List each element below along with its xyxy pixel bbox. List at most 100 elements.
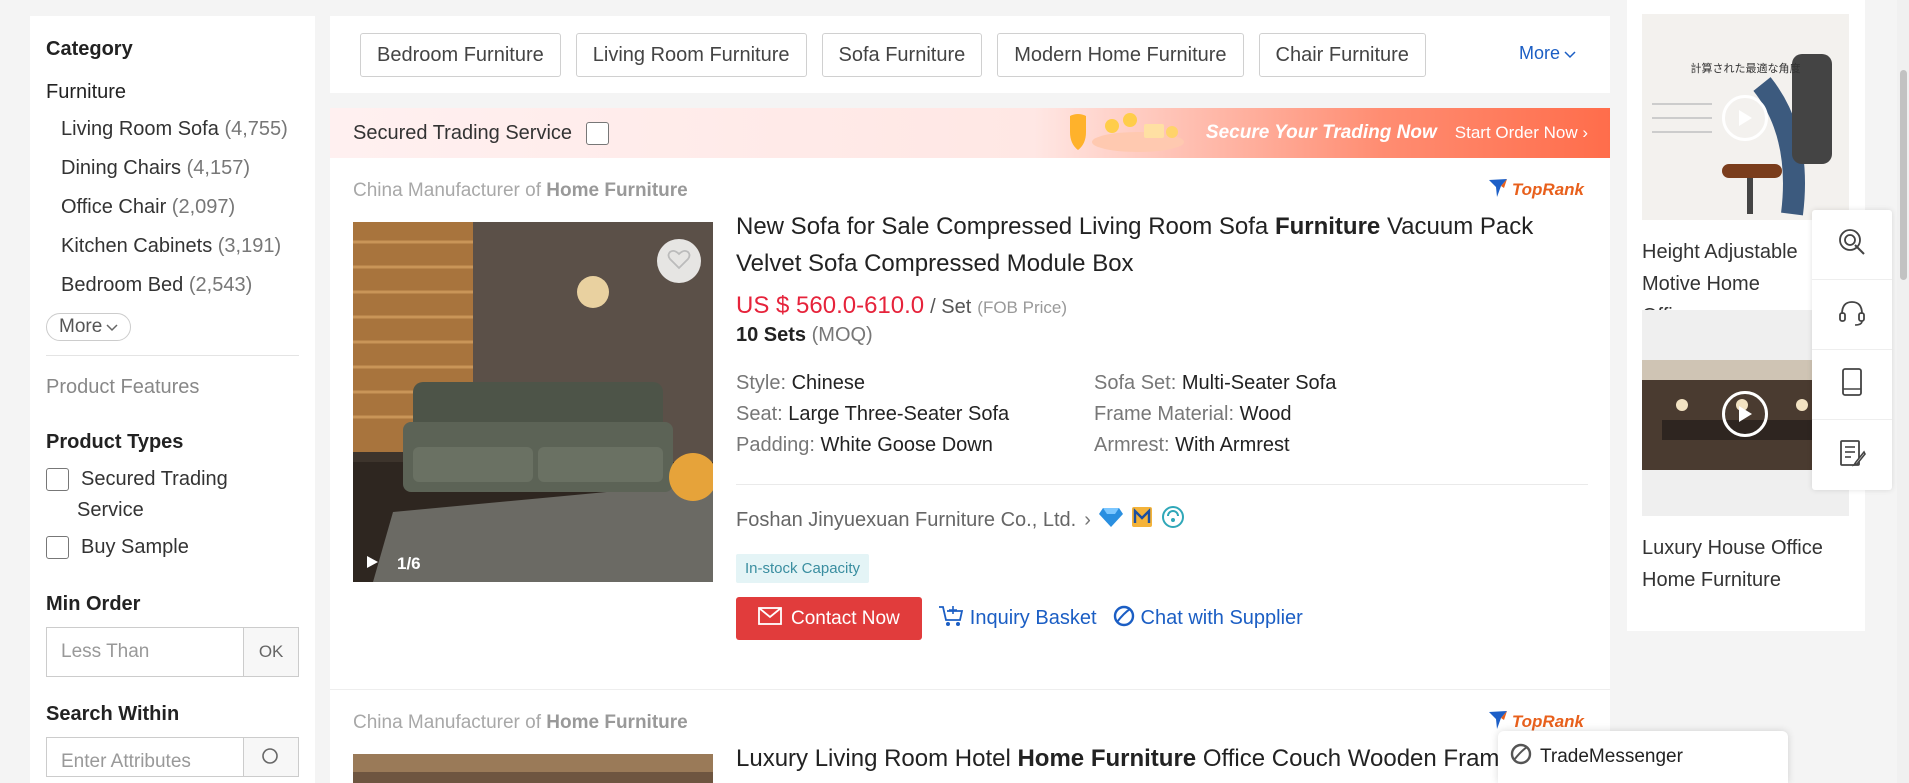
min-order-input[interactable]: Less Than <box>46 627 245 677</box>
search-icon <box>261 748 281 771</box>
start-order-link[interactable]: Start Order Now › <box>1455 123 1588 143</box>
sidebar-divider <box>46 355 299 356</box>
related-categories-bar: Bedroom Furniture Living Room Furniture … <box>330 16 1610 93</box>
category-item[interactable]: Office Chair (2,097) <box>46 188 299 227</box>
product-info: Luxury Living Room Hotel Home Furniture … <box>736 740 1596 777</box>
trade-messenger-label: TradeMessenger <box>1540 746 1683 767</box>
secured-trading-label: Secured Trading Service <box>353 121 573 144</box>
product-image[interactable] <box>353 754 713 783</box>
product-title-keyword: Furniture <box>1274 213 1381 240</box>
image-counter-text: 1/6 <box>397 554 421 573</box>
product-features-heading[interactable]: Product Features <box>46 376 299 399</box>
chat-with-supplier-button[interactable]: Chat with Supplier <box>1113 605 1303 633</box>
chevron-down-icon <box>106 316 118 338</box>
info-divider <box>736 484 1588 485</box>
image-caption: 計算された最適な角度 <box>1690 62 1801 75</box>
product-price: US $ 560.0-610.0 <box>736 292 925 319</box>
banner-slogan: Secure Your Trading Now <box>1205 122 1437 143</box>
product-title[interactable]: Luxury Living Room Hotel Home Furniture … <box>736 740 1596 777</box>
shield-coins-icon <box>1060 110 1190 158</box>
contact-now-label: Contact Now <box>791 607 900 629</box>
trade-messenger-widget[interactable]: TradeMessenger <box>1498 731 1788 783</box>
related-category-button[interactable]: Chair Furniture <box>1258 32 1426 77</box>
product-actions: Contact Now Inquiry Basket Chat with Sup… <box>736 597 1596 640</box>
recommended-title[interactable]: Luxury House Office Home Furniture <box>1642 532 1832 606</box>
product-attributes: Style: Chinese Sofa Set: Multi-Seater So… <box>736 371 1596 458</box>
product-title-part: Luxury Living Room Hotel <box>736 745 1011 772</box>
category-item[interactable]: Living Room Sofa (4,755) <box>46 110 299 149</box>
envelope-icon <box>758 606 782 631</box>
secured-trading-label: Secured Trading Service <box>77 468 228 521</box>
attribute-item: Sofa Set: Multi-Seater Sofa <box>1094 371 1514 396</box>
favorite-button[interactable] <box>657 239 701 283</box>
attribute-item: Seat: Large Three-Seater Sofa <box>736 402 1094 427</box>
related-category-button[interactable]: Sofa Furniture <box>821 32 983 77</box>
search-within-heading: Search Within <box>46 703 180 725</box>
in-stock-badge: In-stock Capacity <box>736 554 870 583</box>
scrollbar-thumb[interactable] <box>1900 70 1907 280</box>
chevron-right-icon: › <box>1582 123 1588 142</box>
category-item[interactable]: Bedroom Bed (2,543) <box>46 266 299 305</box>
recommended-title[interactable]: Height Adjustable Motive Home Office <box>1642 236 1812 310</box>
product-info: New Sofa for Sale Compressed Living Room… <box>736 208 1596 640</box>
contact-now-button[interactable]: Contact Now <box>736 597 922 640</box>
product-title[interactable]: New Sofa for Sale Compressed Living Room… <box>736 208 1596 282</box>
attribute-key: Frame Material: <box>1094 403 1235 425</box>
price-row: US $ 560.0-610.0 / Set (FOB Price) <box>736 292 1596 320</box>
product-title-keyword: Home Furniture <box>1017 745 1197 772</box>
mobile-phone-icon <box>1840 367 1864 402</box>
related-category-button[interactable]: Living Room Furniture <box>575 32 807 77</box>
attribute-key: Style: <box>736 372 787 394</box>
min-order-heading: Min Order <box>46 593 141 615</box>
moq-note: (MOQ) <box>811 324 873 346</box>
chevron-right-icon[interactable]: › <box>1084 509 1091 532</box>
cart-plus-icon <box>938 604 964 634</box>
related-category-button[interactable]: Bedroom Furniture <box>360 32 561 77</box>
attribute-value: Chinese <box>791 372 865 394</box>
recommended-video-thumbnail[interactable]: 計算された最適な角度 <box>1642 14 1849 220</box>
supplier-name[interactable]: Foshan Jinyuexuan Furniture Co., Ltd. <box>736 509 1076 532</box>
attribute-value: Wood <box>1239 403 1292 425</box>
category-item[interactable]: Kitchen Cabinets (3,191) <box>46 227 299 266</box>
secured-trading-checkbox[interactable] <box>46 468 69 491</box>
secured-trading-checkbox[interactable] <box>586 121 610 145</box>
manufacturer-line: China Manufacturer of Home Furniture <box>353 712 1587 734</box>
product-card: China Manufacturer of Home Furniture Top… <box>330 158 1610 690</box>
manufacturer-line: China Manufacturer of Home Furniture <box>353 180 1587 202</box>
category-item[interactable]: Dining Chairs (4,157) <box>46 149 299 188</box>
attribute-item: Frame Material: Wood <box>1094 402 1514 427</box>
search-within-button[interactable] <box>244 737 299 777</box>
filter-secured-trading[interactable]: Secured Trading Service <box>46 464 299 526</box>
category-count: (2,543) <box>188 274 253 296</box>
attribute-key: Seat: <box>736 403 783 425</box>
chevron-down-icon <box>1564 43 1576 64</box>
supplier-row: Foshan Jinyuexuan Furniture Co., Ltd. › <box>736 505 1596 535</box>
messenger-icon <box>1510 743 1532 771</box>
main-content: Bedroom Furniture Living Room Furniture … <box>330 16 1610 783</box>
search-within-input[interactable]: Enter Attributes <box>46 737 245 777</box>
play-icon <box>1722 95 1768 141</box>
buy-sample-checkbox[interactable] <box>46 536 69 559</box>
buy-sample-label: Buy Sample <box>81 536 189 558</box>
floating-mobile-button[interactable] <box>1812 350 1892 420</box>
floating-support-button[interactable] <box>1812 280 1892 350</box>
related-category-button[interactable]: Modern Home Furniture <box>997 32 1244 77</box>
manufacturer-category: Home Furniture <box>546 712 688 733</box>
product-types-heading: Product Types <box>46 431 184 453</box>
360-view-icon <box>1161 505 1185 535</box>
category-count: (4,157) <box>186 157 250 179</box>
floating-locate-button[interactable] <box>1812 210 1892 280</box>
category-more-button[interactable]: More <box>46 313 132 341</box>
product-image[interactable] <box>353 222 713 582</box>
floating-rfq-button[interactable] <box>1812 420 1892 490</box>
manufacturer-prefix: China Manufacturer of <box>353 712 541 733</box>
inquiry-basket-button[interactable]: Inquiry Basket <box>938 604 1097 634</box>
filter-buy-sample[interactable]: Buy Sample <box>46 532 299 563</box>
category-root-furniture[interactable]: Furniture <box>46 81 299 104</box>
category-name: Bedroom Bed <box>61 274 184 296</box>
product-title-part: New Sofa for Sale Compressed Living Room… <box>736 213 1269 240</box>
related-categories-more[interactable]: More <box>1519 43 1576 64</box>
category-name: Office Chair <box>61 196 167 218</box>
secured-trading-banner: Secured Trading Service Secure Your Trad… <box>330 108 1610 158</box>
min-order-ok-button[interactable]: OK <box>244 627 299 677</box>
